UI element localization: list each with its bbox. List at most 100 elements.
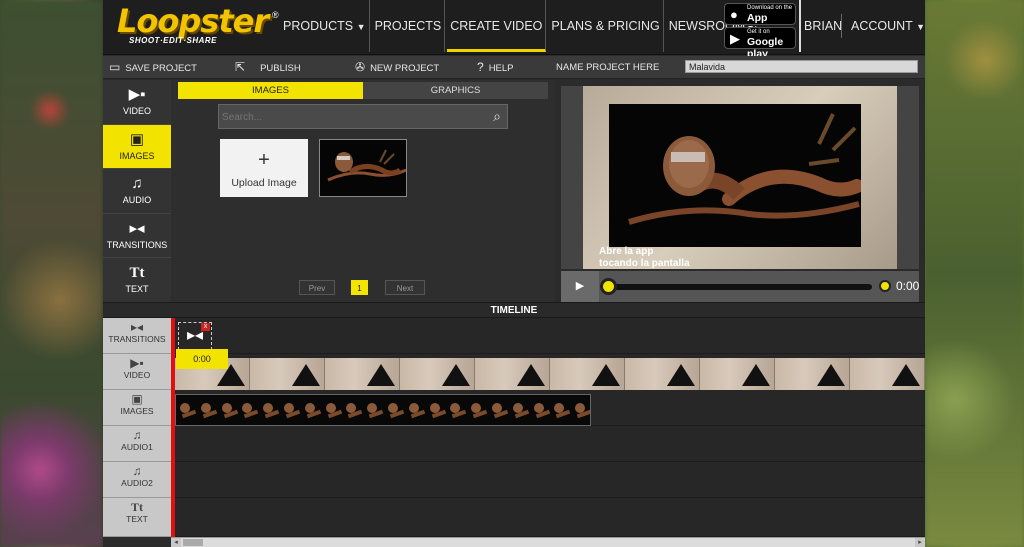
image-frame (529, 395, 551, 425)
track-label-video: ▶▪ VIDEO (103, 354, 171, 390)
image-frame (196, 395, 218, 425)
caterpillar-preview-image (609, 104, 864, 247)
track-label-images: ▣ IMAGES (103, 390, 171, 426)
image-clip[interactable] (175, 394, 591, 426)
track-label-text: Tt TEXT (103, 498, 171, 537)
sidebar-item-images[interactable]: ▣ IMAGES (103, 124, 171, 169)
question-icon: ? (477, 60, 484, 74)
page-number-button[interactable]: 1 (351, 280, 368, 295)
remove-transition-button[interactable]: x (201, 323, 210, 331)
video-frame (400, 358, 475, 390)
track-row-text[interactable] (171, 498, 925, 537)
nav-plans-pricing[interactable]: PLANS & PRICING (548, 0, 664, 52)
publish-label: PUBLISH (260, 63, 301, 74)
caption-line-2: tocando la pantalla (599, 258, 690, 269)
user-name[interactable]: BRIAN (804, 0, 842, 52)
new-project-button[interactable]: ✇ NEW PROJECT (355, 56, 439, 79)
timeline-title: TIMELINE (103, 302, 925, 318)
header: Loopster SHOOT·EDIT·SHARE ® PRODUCTS ▼ P… (103, 0, 925, 60)
image-frame (176, 395, 197, 425)
track-label-text: VIDEO (123, 370, 151, 380)
video-clip[interactable] (175, 358, 925, 390)
project-name-input[interactable] (685, 60, 918, 73)
new-project-label: NEW PROJECT (370, 63, 440, 74)
nav-products-label: PRODUCTS (283, 19, 354, 33)
image-frame (467, 395, 488, 425)
google-play-badge[interactable]: ▶ Get it on Google play (724, 27, 796, 60)
plus-icon: + (258, 149, 270, 171)
track-label-text: IMAGES (120, 406, 154, 416)
nav-products[interactable]: PRODUCTS ▼ (280, 0, 370, 52)
play-button[interactable]: ▶ (561, 271, 599, 302)
help-button[interactable]: ? HELP (477, 56, 514, 79)
video-frame (550, 358, 625, 390)
search-icon[interactable]: ⌕ (493, 108, 501, 125)
nav-projects[interactable]: PROJECTS (372, 0, 446, 52)
sidebar-item-audio[interactable]: ♫ AUDIO (103, 169, 171, 214)
media-tabs: IMAGES GRAPHICS (178, 82, 548, 99)
logo[interactable]: Loopster SHOOT·EDIT·SHARE ® (117, 2, 279, 48)
text-icon: Tt (129, 265, 145, 281)
account-menu[interactable]: ACCOUNT ▼ (851, 0, 925, 52)
publish-button[interactable]: ⇱ PUBLISH (235, 56, 301, 79)
volume-icon[interactable] (879, 280, 891, 292)
toolbar: ▭ SAVE PROJECT ⇱ PUBLISH ✇ NEW PROJECT ? HEL… (103, 56, 925, 79)
nav-create-video-label: CREATE VIDEO (450, 19, 543, 33)
seek-bar[interactable] (609, 284, 872, 290)
app-store-badge[interactable]: ● Download on the App Store (724, 3, 796, 36)
preview-image-frame (609, 104, 864, 247)
tab-images[interactable]: IMAGES (178, 82, 363, 99)
save-project-button[interactable]: ▭ SAVE PROJECT (109, 56, 197, 79)
video-preview: Abre la app tocando la pantalla ▶ 0:00 (555, 80, 925, 302)
image-thumbnail[interactable] (319, 139, 407, 197)
image-frame (487, 395, 509, 425)
upload-image-label: Upload Image (231, 177, 297, 189)
track-row-audio2[interactable] (171, 462, 925, 498)
user-divider (841, 14, 842, 38)
sidebar-item-text[interactable]: Tt TEXT (103, 258, 171, 303)
sidebar-item-label: IMAGES (119, 150, 155, 161)
app-store-line1: Download on the (747, 5, 793, 11)
track-label-audio1: ♫ AUDIO1 (103, 426, 171, 462)
track-row-audio1[interactable] (171, 426, 925, 462)
scroll-left-icon[interactable]: ◂ (171, 538, 181, 547)
scroll-thumb[interactable] (183, 539, 203, 546)
image-frame (550, 395, 572, 425)
sidebar-item-video[interactable]: ▶▪ VIDEO (103, 80, 171, 125)
prev-page-button[interactable]: Prev (299, 280, 335, 295)
player-controls: ▶ 0:00 (561, 271, 919, 302)
seek-handle[interactable] (600, 278, 617, 295)
sidebar-item-label: AUDIO (122, 195, 152, 205)
sidebar-item-label: TRANSITIONS (106, 239, 168, 250)
logo-tagline: SHOOT·EDIT·SHARE (129, 36, 217, 45)
play-icon: ▶ (575, 280, 585, 292)
nav-create-video[interactable]: CREATE VIDEO (447, 0, 547, 52)
account-label: ACCOUNT (851, 19, 913, 33)
bowtie-icon: ▸◂ (130, 320, 144, 334)
image-frame (571, 395, 590, 425)
image-frame (321, 395, 343, 425)
track-label-transitions: ▸◂ TRANSITIONS (103, 318, 171, 354)
preview-caption: Abre la app tocando la pantalla (599, 246, 719, 269)
search-input[interactable] (222, 109, 472, 125)
bowtie-icon: ▸◂ (129, 219, 145, 237)
track-row-transitions[interactable] (171, 318, 925, 354)
video-frame (475, 358, 550, 390)
upload-image-button[interactable]: + Upload Image (220, 139, 308, 197)
timeline-scrollbar[interactable]: ◂ ▸ (171, 537, 925, 547)
scroll-right-icon[interactable]: ▸ (915, 538, 925, 547)
timeline-playhead[interactable] (171, 318, 175, 537)
sidebar-item-transitions[interactable]: ▸◂ TRANSITIONS (103, 214, 171, 258)
apple-icon: ● (730, 7, 738, 22)
name-project-label: NAME PROJECT HERE (556, 62, 660, 73)
track-label-text: AUDIO1 (121, 442, 153, 452)
next-page-button[interactable]: Next (385, 280, 425, 295)
image-frame (363, 395, 384, 425)
google-play-line1: Get it on (747, 29, 770, 35)
tab-graphics[interactable]: GRAPHICS (363, 82, 548, 99)
image-frame (300, 395, 322, 425)
video-frame (325, 358, 400, 390)
sidebar-item-label: VIDEO (122, 106, 151, 116)
logo-wordmark: Loopster (117, 2, 269, 40)
help-label: HELP (488, 63, 514, 74)
